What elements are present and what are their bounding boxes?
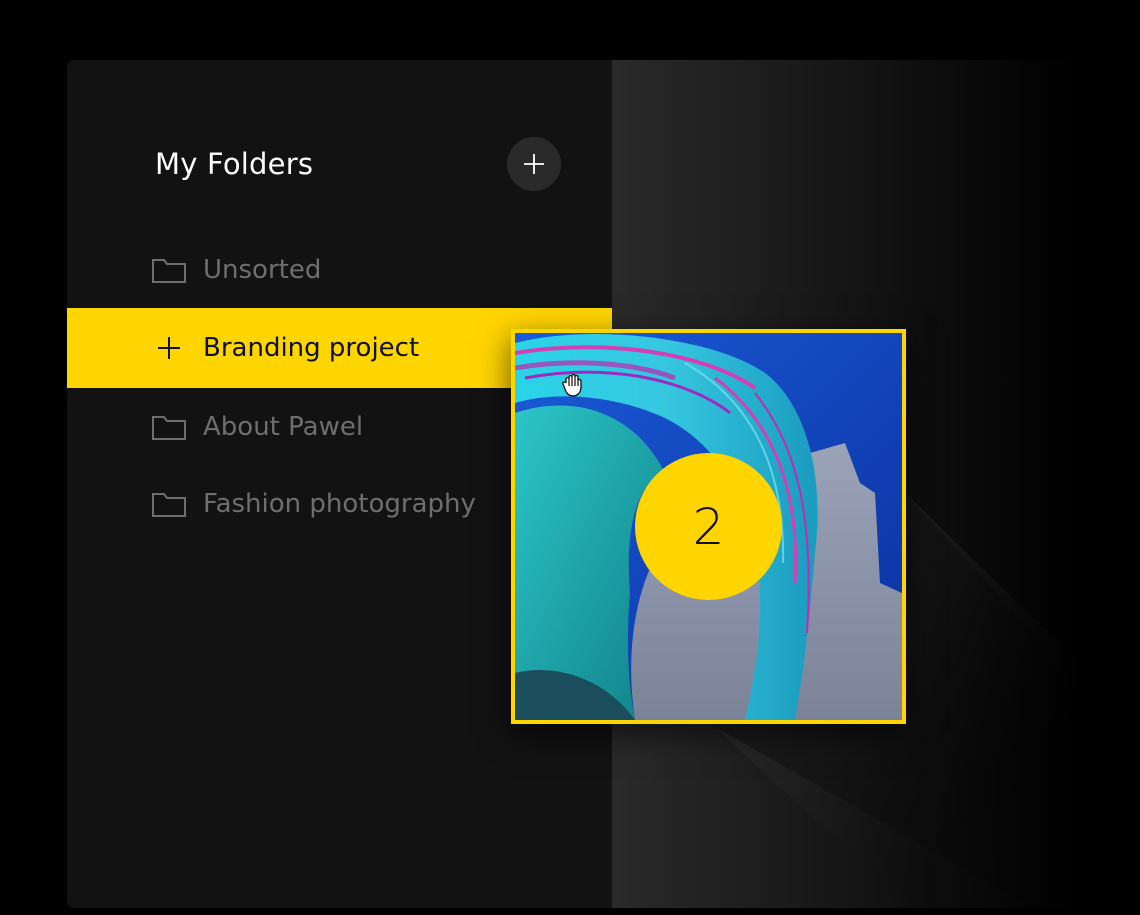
plus-icon bbox=[524, 154, 544, 174]
folder-icon bbox=[151, 256, 187, 284]
folder-item-unsorted[interactable]: Unsorted bbox=[67, 230, 612, 310]
grab-hand-icon bbox=[562, 373, 582, 397]
folder-label: Unsorted bbox=[203, 255, 322, 285]
folder-label: About Pawel bbox=[203, 412, 364, 442]
folder-icon bbox=[151, 413, 187, 441]
plus-icon bbox=[151, 334, 187, 362]
app-stage: My Folders Unsorted Branding project Abo… bbox=[0, 0, 1140, 915]
selection-count-badge: 2 bbox=[635, 453, 782, 600]
dragged-image-card[interactable]: 2 bbox=[511, 329, 906, 724]
folder-label: Branding project bbox=[203, 333, 420, 363]
folder-label: Fashion photography bbox=[203, 489, 476, 519]
folder-icon bbox=[151, 490, 187, 518]
page-title: My Folders bbox=[155, 147, 314, 181]
add-folder-button[interactable] bbox=[507, 137, 561, 191]
